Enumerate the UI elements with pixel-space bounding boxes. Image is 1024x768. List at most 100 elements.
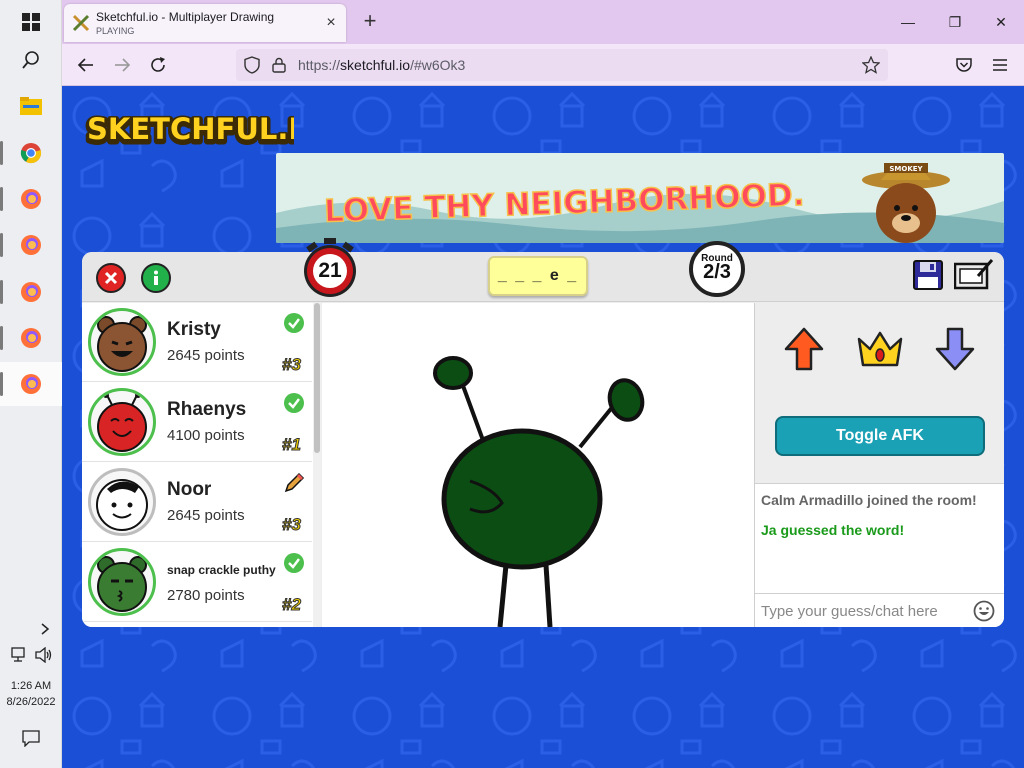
info-button[interactable] xyxy=(141,263,171,293)
round-indicator: Round 2/3 xyxy=(689,241,745,297)
taskbar-firefox-1[interactable] xyxy=(0,177,62,221)
check-circle-icon xyxy=(284,553,304,573)
taskbar-chrome[interactable] xyxy=(0,131,62,175)
forward-button[interactable] xyxy=(110,53,134,77)
upvote-arrow-icon[interactable] xyxy=(784,327,824,371)
arrow-right-icon xyxy=(115,58,131,72)
close-x-icon xyxy=(104,271,118,285)
maximize-button[interactable]: ❐ xyxy=(941,10,969,34)
crown-icon[interactable] xyxy=(856,329,904,369)
avatar xyxy=(88,548,156,616)
firefox-icon xyxy=(21,235,41,255)
report-drawing-icon[interactable] xyxy=(954,258,994,290)
save-drawing-icon[interactable] xyxy=(913,260,943,290)
firefox-icon xyxy=(21,328,41,348)
round-timer: 21 xyxy=(302,238,358,298)
chevron-right-icon xyxy=(41,623,50,635)
check-circle-icon xyxy=(284,313,304,333)
player-points: 2645 points xyxy=(167,507,245,524)
player-rank: #3 xyxy=(282,515,302,535)
player-row-kristy[interactable]: Kristy 2645 points #3 xyxy=(82,303,312,382)
address-bar[interactable]: https://sketchful.io/#w6Ok3 xyxy=(236,49,888,81)
back-button[interactable] xyxy=(74,53,98,77)
hamburger-menu-icon xyxy=(993,59,1007,71)
vote-row xyxy=(755,323,1004,383)
new-tab-button[interactable]: + xyxy=(358,10,382,34)
emoji-icon[interactable] xyxy=(973,600,995,622)
sketchful-logo[interactable]: SKETCHFUL.IO SKETCHFUL.IO xyxy=(84,104,294,154)
toggle-afk-button[interactable]: Toggle AFK xyxy=(775,416,985,456)
player-name: snap crackle puthy xyxy=(167,563,276,577)
player-list-scrollbar[interactable] xyxy=(313,303,321,627)
notification-icon xyxy=(22,730,40,747)
sketchful-favicon-icon xyxy=(72,14,90,32)
taskbar-firefox-2[interactable] xyxy=(0,223,62,267)
round-value: 2/3 xyxy=(703,261,731,283)
web-page: SKETCHFUL.IO SKETCHFUL.IO LOVE THY NEIGH… xyxy=(62,86,1024,768)
avatar xyxy=(88,468,156,536)
url-text: https://sketchful.io/#w6Ok3 xyxy=(298,57,465,73)
network-icon xyxy=(11,647,25,662)
reload-button[interactable] xyxy=(146,53,170,77)
show-hidden-icons-button[interactable] xyxy=(36,620,54,638)
tab-title: Sketchful.io - Multiplayer Drawing xyxy=(96,10,275,24)
volume-button[interactable] xyxy=(34,645,54,665)
url-prefix: https:// xyxy=(298,57,341,73)
logo-text-fill: SKETCHFUL.IO xyxy=(87,112,294,146)
bookmark-star-icon[interactable] xyxy=(862,56,880,74)
word-hint: _ _ _ e _ xyxy=(488,256,588,296)
tab-close-button[interactable]: × xyxy=(322,14,340,32)
reload-icon xyxy=(151,57,165,72)
chrome-icon xyxy=(20,143,42,164)
player-rank: #1 xyxy=(282,435,302,455)
menu-button[interactable] xyxy=(988,53,1012,77)
taskbar-firefox-5[interactable] xyxy=(0,362,62,406)
network-button[interactable] xyxy=(10,645,30,665)
search-button[interactable] xyxy=(0,38,62,82)
downvote-arrow-icon[interactable] xyxy=(935,327,975,371)
green-bear-avatar-icon xyxy=(97,556,147,612)
player-row-rhaenys[interactable]: Rhaenys 4100 points #1 xyxy=(82,383,312,462)
shield-icon xyxy=(244,56,260,74)
url-host: sketchful.io xyxy=(340,57,411,73)
clock-time: 1:26 AM xyxy=(10,680,52,692)
chat-input[interactable] xyxy=(761,601,961,621)
chat-message: Ja guessed the word! xyxy=(761,522,905,538)
minimize-button[interactable]: — xyxy=(894,10,922,34)
close-window-button[interactable]: ✕ xyxy=(987,10,1015,34)
arrow-left-icon xyxy=(77,58,93,72)
taskbar-file-explorer[interactable] xyxy=(0,84,62,128)
player-row-snap-crackle-puthy[interactable]: snap crackle puthy 2780 points #2 xyxy=(82,543,312,622)
side-panel: Toggle AFK Calm Armadillo joined the roo… xyxy=(754,303,1004,627)
notifications-button[interactable] xyxy=(21,728,41,748)
firefox-icon xyxy=(21,189,41,209)
windows-logo-icon xyxy=(22,13,40,31)
firefox-icon xyxy=(21,282,41,302)
avatar xyxy=(88,388,156,456)
player-points: 2780 points xyxy=(167,587,245,604)
player-rank: #2 xyxy=(282,595,302,615)
player-points: 2645 points xyxy=(167,347,245,364)
pocket-button[interactable] xyxy=(952,53,976,77)
scrollbar-thumb[interactable] xyxy=(314,303,320,453)
player-points: 4100 points xyxy=(167,427,245,444)
windows-taskbar: 1:26 AM 8/26/2022 xyxy=(0,0,62,768)
taskbar-clock[interactable]: 1:26 AM 8/26/2022 xyxy=(0,678,62,710)
player-list: Kristy 2645 points #3 Rhaenys 4100 point… xyxy=(82,303,321,627)
bug-avatar-icon xyxy=(97,392,147,452)
player-name: Kristy xyxy=(167,319,221,340)
face-avatar-icon xyxy=(96,479,148,531)
player-row-noor[interactable]: Noor 2645 points #3 xyxy=(82,463,312,542)
browser-tab-active[interactable]: Sketchful.io - Multiplayer Drawing PLAYI… xyxy=(64,4,346,42)
player-name: Rhaenys xyxy=(167,399,247,420)
leave-game-button[interactable] xyxy=(96,263,126,293)
info-icon xyxy=(154,270,158,285)
taskbar-firefox-4[interactable] xyxy=(0,316,62,360)
ad-banner[interactable]: LOVE THY NEIGHBORHOOD. SMOKEY xyxy=(276,153,1004,243)
taskbar-firefox-3[interactable] xyxy=(0,270,62,314)
avatar xyxy=(88,308,156,376)
check-circle-icon xyxy=(284,393,304,413)
game-panel: 21 _ _ _ e _ Round 2/3 Kristy 2645 point… xyxy=(82,238,1004,627)
drawing-canvas[interactable] xyxy=(322,303,754,627)
browser-tab-bar: Sketchful.io - Multiplayer Drawing PLAYI… xyxy=(62,0,1024,44)
